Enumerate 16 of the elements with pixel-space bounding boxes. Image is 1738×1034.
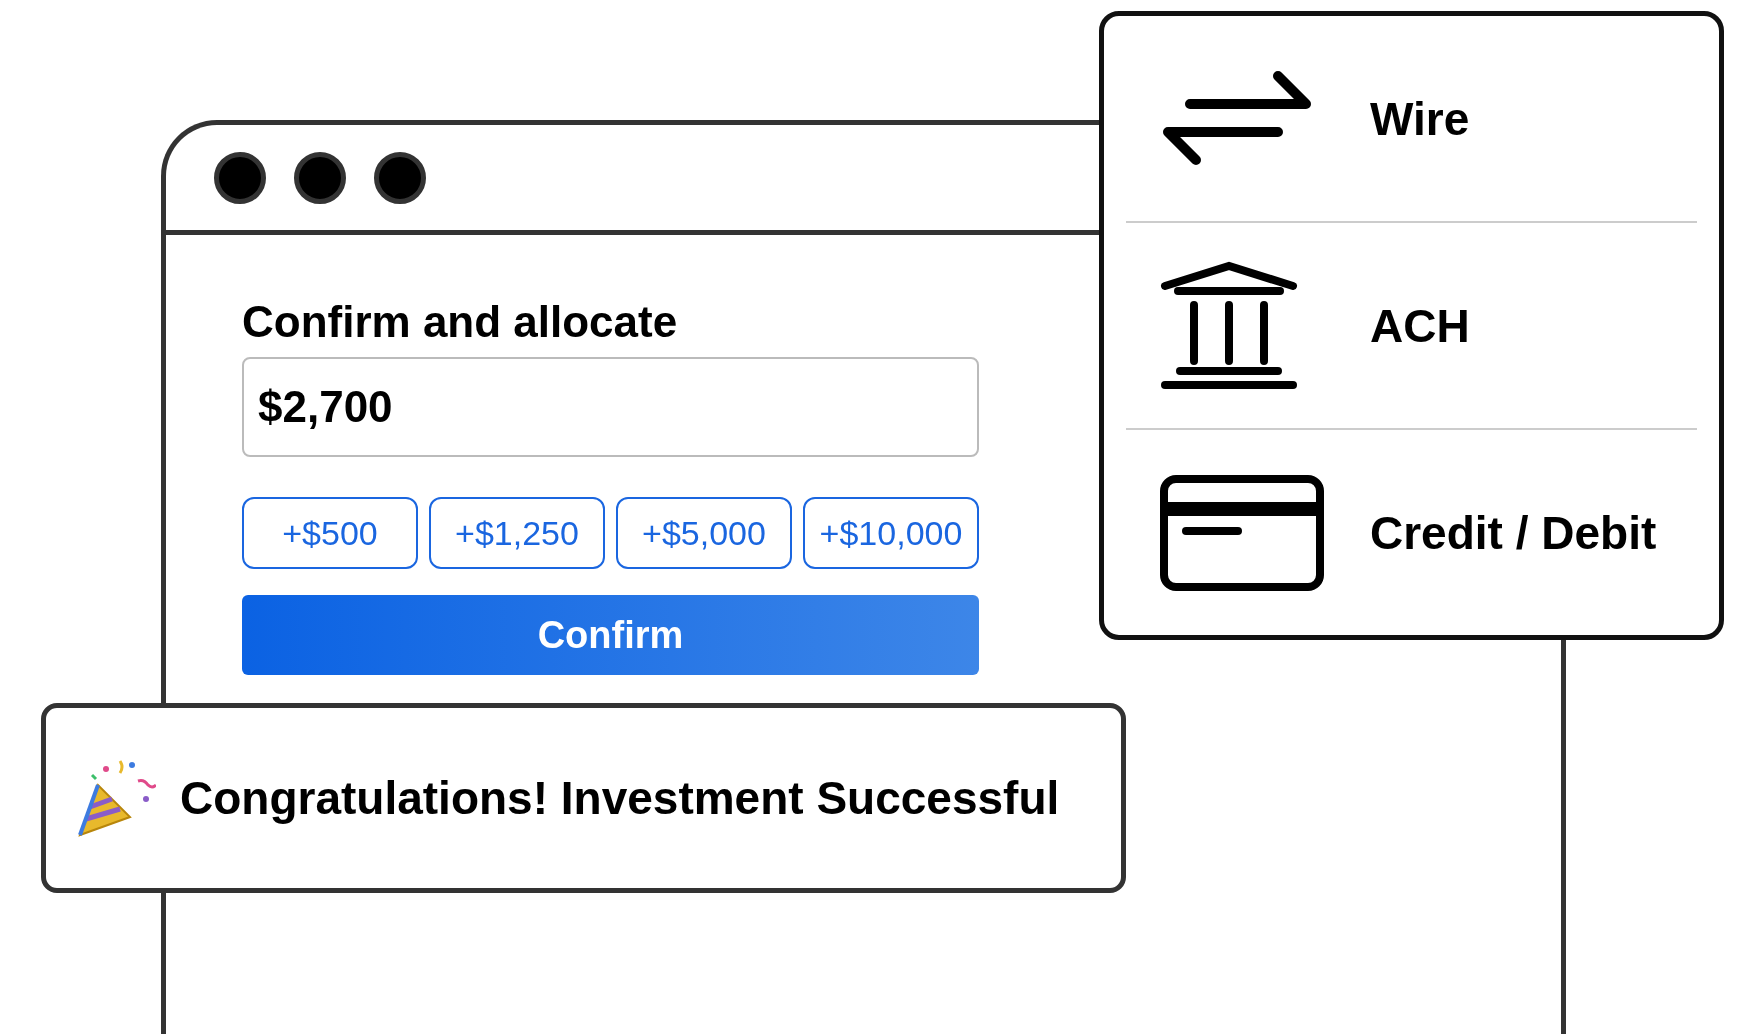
- amount-chip[interactable]: +$1,250: [429, 497, 605, 569]
- payment-method-label[interactable]: ACH: [1370, 298, 1470, 353]
- form-heading: Confirm and allocate: [242, 297, 679, 347]
- window-dot: [374, 151, 426, 204]
- credit-card-icon: [1160, 474, 1324, 591]
- bank-icon: [1160, 260, 1298, 391]
- payment-method-label[interactable]: Credit / Debit: [1370, 505, 1657, 560]
- amount-chip[interactable]: +$5,000: [616, 497, 792, 569]
- toast-message: Congratulations! Investment Successful: [180, 771, 1060, 825]
- amount-chip[interactable]: +$10,000: [803, 497, 979, 569]
- confirm-button[interactable]: Confirm: [242, 595, 979, 675]
- window-dot: [214, 151, 266, 204]
- amount-field[interactable]: $2,700: [242, 357, 979, 457]
- amount-chip[interactable]: +$500: [242, 497, 418, 569]
- payment-method-label[interactable]: Wire: [1370, 91, 1470, 146]
- window-dot: [294, 151, 346, 204]
